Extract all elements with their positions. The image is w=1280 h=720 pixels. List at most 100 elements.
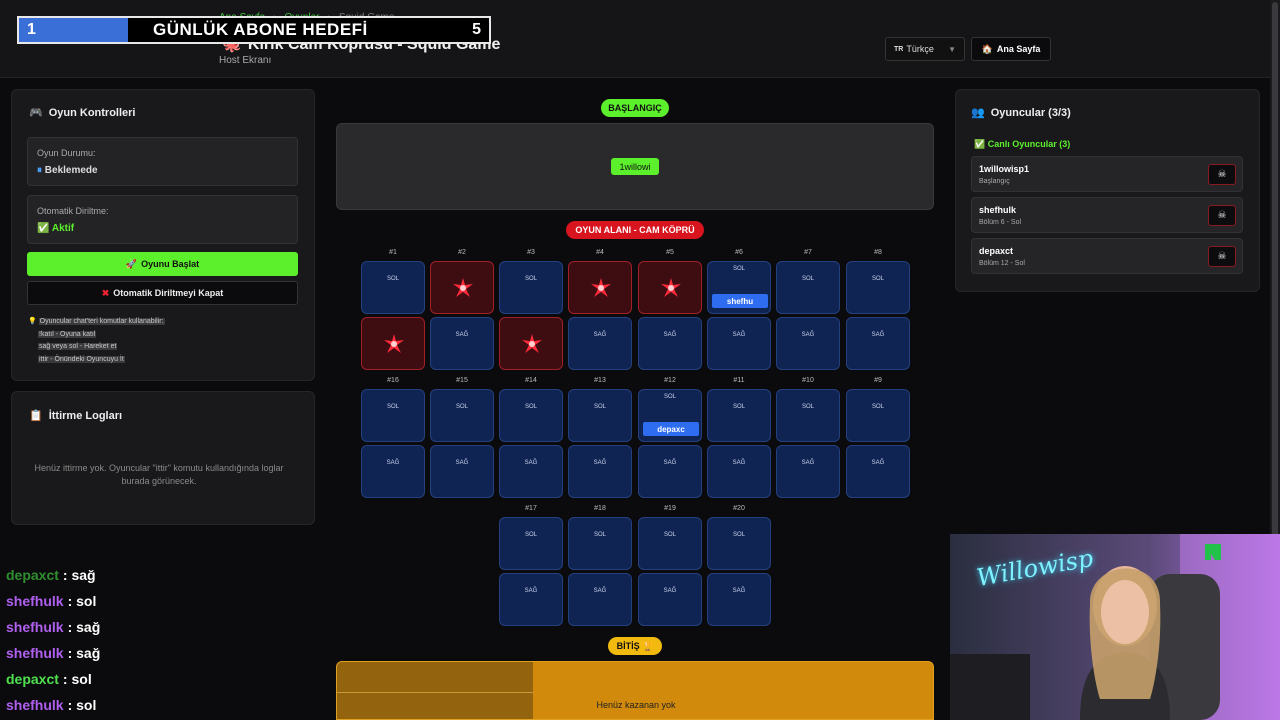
tile-side-label: SAĞ [524,588,538,594]
tile-side-label: SOL [732,404,745,410]
goal-target: 5 [472,21,481,38]
gamepad-icon: 🎮 [29,107,43,119]
skull-crossbones-icon: ☠ [1217,169,1227,180]
start-game-button[interactable]: 🚀 Oyunu Başlat [27,252,298,276]
shatter-icon [384,334,404,353]
glass-tile-sol: SOL [568,517,632,570]
tile-side-label: SOL [524,404,537,410]
tile-side-label: SOL [524,276,537,282]
glass-tile-sag: SAĞ [638,445,702,498]
segment-number: #18 [594,505,606,512]
segment-number: #1 [389,249,397,256]
glass-tile-sag: SAĞ [568,445,632,498]
finish-label: BİTİŞ 🏆 [608,637,662,655]
tile-side-label: SOL [593,404,606,410]
chat-text: sağ [76,645,101,661]
finish-zone: Henüz kazanan yok [336,661,934,720]
glass-tile-sol: SOL [499,517,563,570]
segment-number: #2 [458,249,466,256]
game-status-label: Oyun Durumu: [37,148,96,158]
glass-tile-sag: SAĞ [707,445,771,498]
tile-side-label: SAĞ [732,332,746,338]
push-logs-empty: Henüz ittirme yok. Oyuncular "ittir" kom… [34,463,284,486]
live-players-label: ✅ Canlı Oyuncular (3) [974,139,1071,149]
eliminate-player-button[interactable]: ☠ [1208,205,1236,226]
chat-message: shefhulk: sol [6,593,97,609]
glass-tile-sag: SAĞ [707,317,771,370]
eliminate-player-button[interactable]: ☠ [1208,246,1236,267]
segment-number: #10 [802,377,814,384]
disable-auto-revive-button[interactable]: ✖ Otomatik Diriltmeyi Kapat [27,281,298,305]
chat-message: shefhulk: sol [6,697,97,713]
glass-tile-sol: SOL depaxc [638,389,702,442]
segment-number: #3 [527,249,535,256]
home-button-label: Ana Sayfa [996,44,1041,54]
player-status: Bölüm 12 - Sol [979,260,1025,267]
chat-text: sol [71,671,92,687]
glass-tile-sol: SOL [361,261,425,314]
eliminate-player-button[interactable]: ☠ [1208,164,1236,185]
glass-tile-sag: SAĞ [776,445,840,498]
tile-side-label: SOL [871,404,884,410]
glass-tile-sag: SAĞ [846,445,910,498]
glass-tile-sol: SOL [499,261,563,314]
glass-tile-sol: SOL [361,389,425,442]
broken-glass-tile [430,261,494,314]
chat-text: sol [76,593,97,609]
chat-username: shefhulk [6,593,64,609]
tile-side-label: SOL [801,276,814,282]
player-token: shefhu [712,294,768,308]
webcam-feed: Willowisp [950,534,1280,720]
glass-tile-sol: SOL [499,389,563,442]
player-status: Başlangıç [979,178,1010,185]
tile-side-label: SOL [593,532,606,538]
broken-glass-tile [499,317,563,370]
home-button[interactable]: 🏠 Ana Sayfa [971,37,1051,61]
start-player-chip: 1willowi [611,158,659,175]
players-title: 👥 Oyuncular (3/3) [971,107,1071,119]
controls-title: 🎮 Oyun Kontrolleri [29,107,136,119]
glass-tile-sol: SOL [638,517,702,570]
segment-number: #12 [664,377,676,384]
subscriber-goal-bar: 1 GÜNLÜK ABONE HEDEFİ 5 [17,16,491,44]
tile-side-label: SOL [386,276,399,282]
tile-side-label: SAĞ [663,588,677,594]
segment-number: #20 [733,505,745,512]
glass-tile-sag: SAĞ [430,317,494,370]
language-value: Türkçe [906,44,934,54]
chat-message: depaxct: sağ [6,567,96,583]
tile-side-label: SAĞ [455,332,469,338]
start-label: BAŞLANGIÇ [601,99,669,117]
segment-number: #6 [735,249,743,256]
broken-glass-tile [638,261,702,314]
tile-side-label: SOL [732,532,745,538]
tile-side-label: SAĞ [801,332,815,338]
segment-number: #13 [594,377,606,384]
check-icon: ✅ [974,139,986,149]
glass-tile-sol: SOL [846,261,910,314]
glass-tile-sol: SOL [776,389,840,442]
tile-side-label: SAĞ [732,588,746,594]
segment-number: #14 [525,377,537,384]
command-tips: 💡 Oyuncular chat'teri komutlar kullanabi… [28,316,165,366]
flag-icon: TR [894,45,904,53]
lightbulb-icon: 💡 [28,318,37,325]
check-icon: ✅ [37,223,50,234]
page-subtitle: Host Ekranı [219,55,272,66]
tip-line: !katıl - Oyuna katıl [38,330,97,338]
tile-side-label: SOL [732,266,745,272]
tile-side-label: SAĞ [593,460,607,466]
shatter-icon [522,334,542,353]
glass-tile-sag: SAĞ [846,317,910,370]
glass-tile-sol: SOL shefhu [707,261,771,314]
tip-line: ittir - Önündeki Oyuncuyu İt [38,355,125,363]
skull-crossbones-icon: ☠ [1217,210,1227,221]
language-select[interactable]: TR Türkçe ▼ [885,37,965,61]
auto-revive-box: Otomatik Diriltme: ✅ Aktif [27,195,298,244]
chat-username: depaxct [6,567,59,583]
glass-tile-sag: SAĞ [707,573,771,626]
player-name: 1willowisp1 [979,164,1030,174]
chat-username: shefhulk [6,645,64,661]
broken-glass-tile [568,261,632,314]
tile-side-label: SOL [801,404,814,410]
